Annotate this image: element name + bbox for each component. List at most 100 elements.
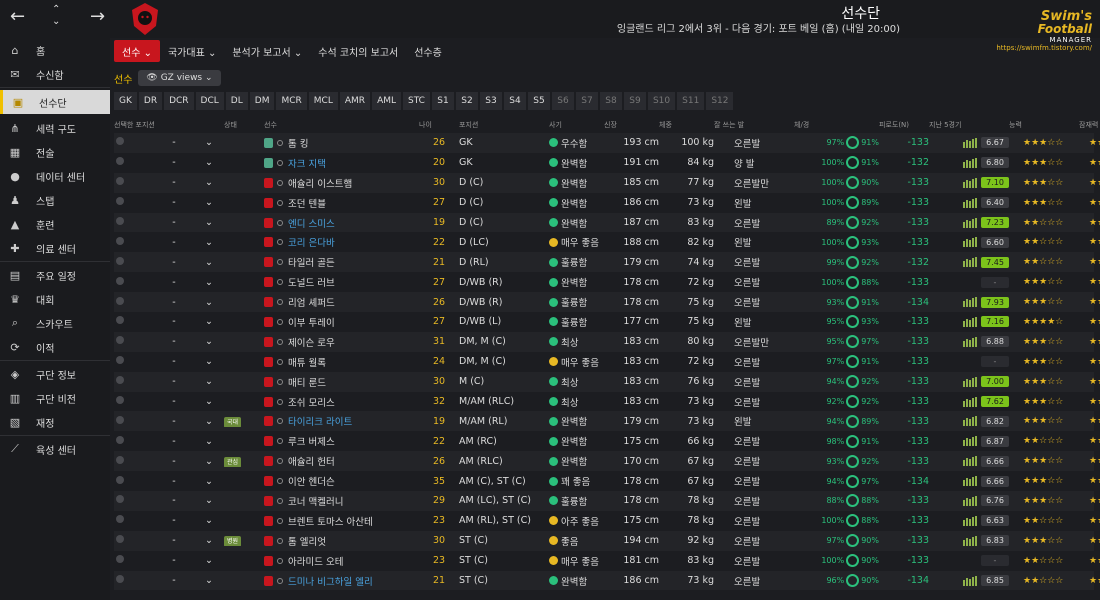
position-button[interactable]: S7 [575, 92, 598, 110]
position-button[interactable]: DCL [195, 92, 224, 110]
column-header[interactable]: 상태 [224, 120, 264, 130]
select-checkbox[interactable] [114, 296, 154, 308]
sidebar-item[interactable]: ✚ 의료 센터 [0, 236, 110, 260]
position-dropdown-icon[interactable]: ⌄ [194, 336, 224, 347]
position-dropdown-icon[interactable]: ⌄ [194, 495, 224, 506]
player-name[interactable]: 조쉬 모리스 [288, 395, 335, 409]
player-name-cell[interactable]: 조던 텐블 [264, 196, 419, 210]
selected-position[interactable]: - [154, 137, 194, 148]
position-button[interactable]: S8 [599, 92, 622, 110]
column-header[interactable]: 지난 5경기 [929, 120, 1009, 130]
column-header[interactable]: 잠재력 [1079, 120, 1100, 130]
column-header[interactable]: 잘 쓰는 발 [714, 120, 794, 130]
position-button[interactable]: S12 [706, 92, 734, 110]
select-checkbox[interactable] [114, 415, 154, 427]
table-row[interactable]: - ⌄ 조던 텐블 27 D (C) 완벽함 186 cm 73 kg 왼발 100% 89% -13… [114, 193, 1100, 213]
tab-item[interactable]: 국가대표 ⌄ [160, 40, 224, 62]
sidebar-item[interactable]: ⟋ 육성 센터 [0, 437, 110, 461]
position-button[interactable]: S4 [503, 92, 526, 110]
position-button[interactable]: MCR [276, 92, 307, 110]
table-row[interactable]: - ⌄ 루크 버제스 22 AM (RC) 완벽함 175 cm 66 kg 오른발 98% 91%… [114, 431, 1100, 451]
column-header[interactable]: 포지션 [459, 120, 549, 130]
selected-position[interactable]: - [154, 575, 194, 586]
selected-position[interactable]: - [154, 456, 194, 467]
player-name-cell[interactable]: 매티 룬드 [264, 375, 419, 389]
table-row[interactable]: - ⌄ 관심 애슐리 헌터 26 AM (RLC) 완벽함 170 cm 67 kg 오른발 93%… [114, 451, 1100, 472]
player-name-cell[interactable]: 톰 킹 [264, 136, 419, 150]
table-row[interactable]: - ⌄ 이부 투레이 27 D/WB (L) 훌륭함 177 cm 75 kg 왼발 95% 93%… [114, 312, 1100, 332]
selected-position[interactable]: - [154, 476, 194, 487]
player-name-cell[interactable]: 코너 맥켈러니 [264, 494, 419, 508]
player-name-cell[interactable]: 애슐리 이스트햄 [264, 176, 419, 190]
position-dropdown-icon[interactable]: ⌄ [194, 297, 224, 308]
position-button[interactable]: DM [249, 92, 275, 110]
player-name[interactable]: 이안 헨더슨 [288, 474, 335, 488]
selected-position[interactable]: - [154, 297, 194, 308]
select-checkbox[interactable] [114, 515, 154, 526]
table-row[interactable]: - ⌄ 아라미드 오테 23 ST (C) 매우 좋음 181 cm 83 kg 오른발 100%… [114, 551, 1100, 571]
player-name[interactable]: 브렌트 토마스 아산테 [288, 514, 373, 528]
position-button[interactable]: DR [138, 92, 163, 110]
player-name[interactable]: 루크 버제스 [288, 434, 335, 448]
club-logo-icon[interactable] [130, 2, 160, 36]
sidebar-item[interactable]: ⟳ 이적 [0, 335, 110, 359]
position-button[interactable]: DCR [164, 92, 194, 110]
sidebar-item[interactable]: ♟ 스탭 [0, 188, 110, 212]
select-checkbox[interactable] [114, 435, 154, 447]
position-button[interactable]: GK [114, 92, 137, 110]
table-row[interactable]: - ⌄ 매튜 월록 24 DM, M (C) 매우 좋음 183 cm 72 kg 오른발 97%… [114, 352, 1100, 372]
table-row[interactable]: - ⌄ 이안 헨더슨 35 AM (C), ST (C) 꽤 좋음 178 cm 67 kg 오… [114, 471, 1100, 491]
position-dropdown-icon[interactable]: ⌄ [194, 257, 224, 268]
player-name[interactable]: 자크 지택 [288, 156, 326, 170]
select-checkbox[interactable] [114, 555, 154, 566]
position-button[interactable]: S10 [647, 92, 676, 110]
position-dropdown-icon[interactable]: ⌄ [194, 197, 224, 208]
table-row[interactable]: - ⌄ 타일러 골든 21 D (RL) 훌륭함 179 cm 74 kg 오른발 99% 92% -… [114, 252, 1100, 273]
table-row[interactable]: - ⌄ 병원 톰 엘리엇 30 ST (C) 좋음 194 cm 92 kg 오른발 97% 90% -… [114, 530, 1100, 551]
table-row[interactable]: - ⌄ 조쉬 모리스 32 M/AM (RLC) 최상 183 cm 73 kg 오른발 92% 9… [114, 392, 1100, 412]
player-name-cell[interactable]: 이부 투레이 [264, 315, 419, 329]
player-name-cell[interactable]: 애슐리 헌터 [264, 454, 419, 468]
player-name-cell[interactable]: 리엄 셰퍼드 [264, 295, 419, 309]
selected-position[interactable]: - [154, 217, 194, 228]
select-checkbox[interactable] [114, 475, 154, 487]
column-header[interactable]: 체중 [659, 120, 714, 130]
back-arrow-icon[interactable]: ← [10, 6, 25, 27]
sidebar-item[interactable]: ✉ 수신함 [0, 62, 110, 86]
position-dropdown-icon[interactable]: ⌄ [194, 515, 224, 526]
position-dropdown-icon[interactable]: ⌄ [194, 177, 224, 188]
position-button[interactable]: AML [372, 92, 401, 110]
position-dropdown-icon[interactable]: ⌄ [194, 555, 224, 566]
select-checkbox[interactable] [114, 137, 154, 148]
player-name[interactable]: 조던 텐블 [288, 196, 326, 210]
player-name-cell[interactable]: 타일러 골든 [264, 255, 419, 269]
position-button[interactable]: S1 [431, 92, 454, 110]
player-name-cell[interactable]: 루크 버제스 [264, 434, 419, 448]
views-dropdown[interactable]: 👁 GZ views ⌄ [138, 70, 221, 86]
player-name[interactable]: 매티 룬드 [288, 375, 326, 389]
select-checkbox[interactable] [114, 575, 154, 586]
player-name-cell[interactable]: 톰 엘리엇 [264, 534, 419, 548]
selected-position[interactable]: - [154, 495, 194, 506]
player-name[interactable]: 제이슨 로우 [288, 335, 335, 349]
selected-position[interactable]: - [154, 257, 194, 268]
position-button[interactable]: DL [225, 92, 248, 110]
select-checkbox[interactable] [114, 316, 154, 327]
table-row[interactable]: - ⌄ 코너 맥켈러니 29 AM (LC), ST (C) 훌륭함 178 cm 78 kg… [114, 491, 1100, 511]
column-header[interactable]: 선수 [264, 120, 419, 130]
player-name[interactable]: 아라미드 오테 [288, 554, 343, 568]
selected-position[interactable]: - [154, 436, 194, 447]
select-checkbox[interactable] [114, 336, 154, 347]
player-name-cell[interactable]: 드미나 비그하일 엘리 [264, 574, 419, 588]
position-dropdown-icon[interactable]: ⌄ [194, 376, 224, 387]
column-header[interactable]: 사기 [549, 120, 604, 130]
column-header[interactable]: 피로도(N) [879, 120, 929, 130]
column-header[interactable]: 능력 [1009, 120, 1079, 130]
select-checkbox[interactable] [114, 217, 154, 228]
player-name[interactable]: 엔디 스미스 [288, 216, 335, 230]
position-button[interactable]: S2 [455, 92, 478, 110]
player-name[interactable]: 애슐리 헌터 [288, 454, 335, 468]
position-dropdown-icon[interactable]: ⌄ [194, 356, 224, 367]
player-name-cell[interactable]: 제이슨 로우 [264, 335, 419, 349]
position-button[interactable]: S11 [677, 92, 705, 110]
